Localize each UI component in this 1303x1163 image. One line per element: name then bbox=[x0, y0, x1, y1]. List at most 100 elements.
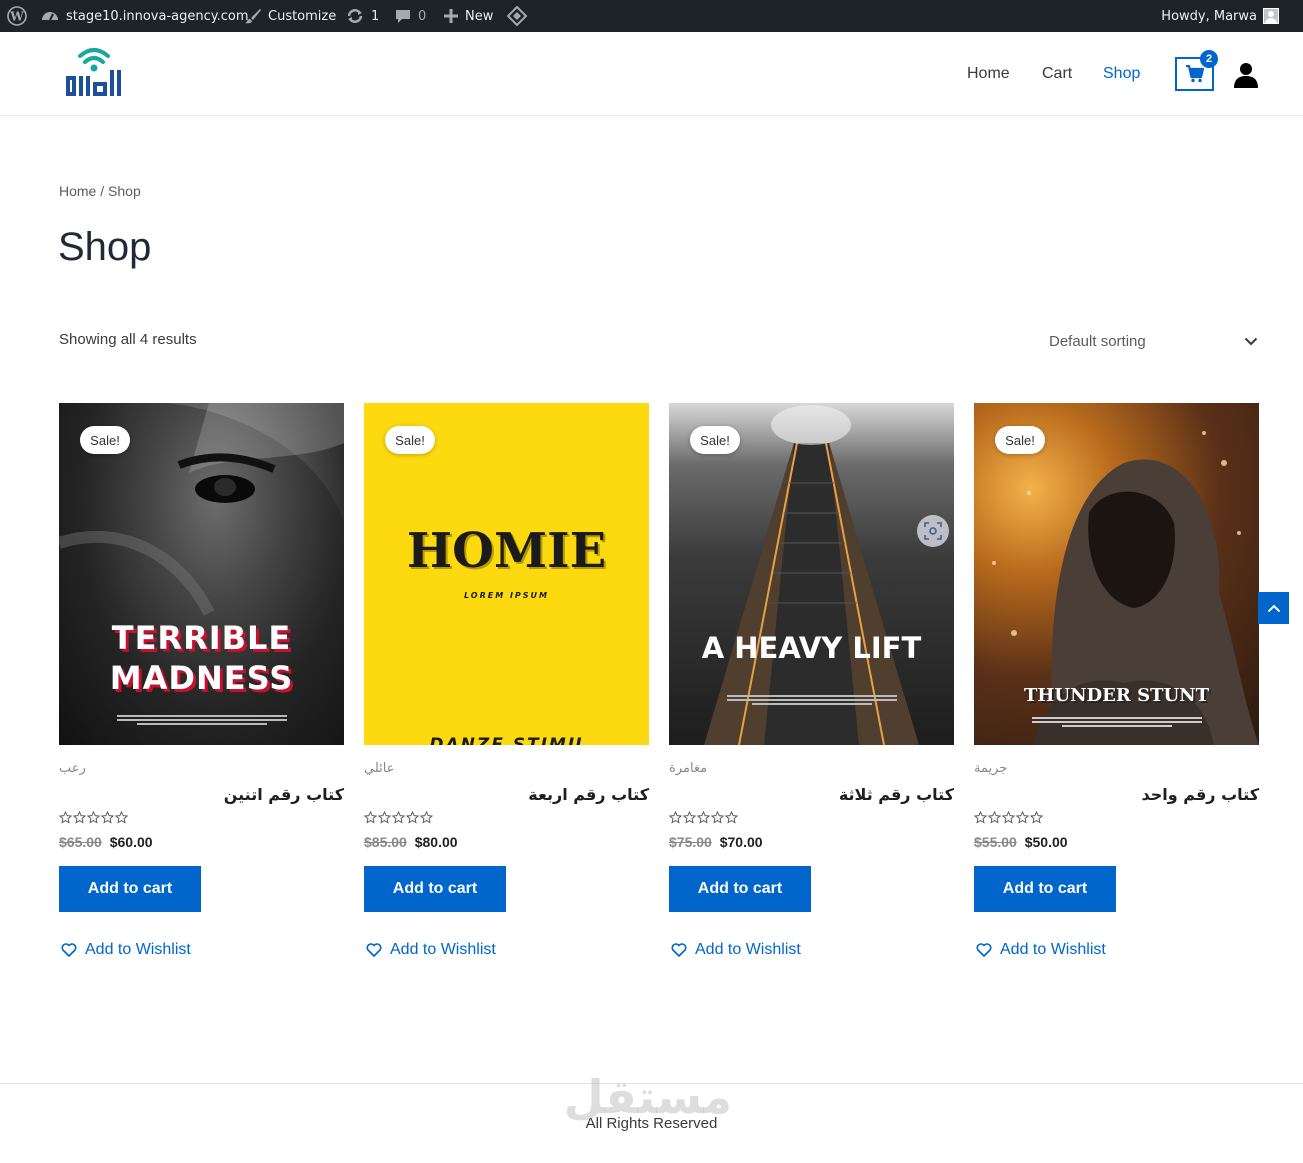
site-name: stage10.innova-agency.com bbox=[66, 8, 249, 24]
updates-icon bbox=[347, 9, 363, 23]
result-count: Showing all 4 results bbox=[59, 331, 197, 348]
nav-home[interactable]: Home bbox=[967, 32, 1010, 116]
sale-price: $80.00 bbox=[414, 834, 458, 850]
star-icon bbox=[974, 811, 987, 824]
star-rating bbox=[59, 811, 344, 825]
product-card: Sale! TERRIBLE MADNESS رعب كتاب رقم اتني… bbox=[59, 403, 344, 959]
product-price: $75.00 $70.00 bbox=[669, 834, 954, 850]
add-to-cart-button[interactable]: Add to cart bbox=[364, 866, 506, 912]
customize-link[interactable]: Customize bbox=[244, 0, 336, 32]
product-title[interactable]: كتاب رقم ثلاثة bbox=[669, 785, 954, 804]
product-category[interactable]: مغامرة bbox=[669, 761, 954, 776]
breadcrumb-home-link[interactable]: Home bbox=[59, 183, 96, 199]
comments-link[interactable]: 0 bbox=[394, 0, 426, 32]
breadcrumb-current: Shop bbox=[108, 183, 141, 199]
cover-blurb-lines bbox=[726, 693, 897, 707]
star-icon bbox=[988, 811, 1001, 824]
old-price: $65.00 bbox=[59, 834, 102, 850]
avatar bbox=[1263, 8, 1279, 24]
product-card: Sale! A HEAVY LIFT مغامرة كتاب رقم ثلاثة… bbox=[669, 403, 954, 959]
cover-title-line1: TERRIBLE bbox=[111, 619, 292, 657]
sale-badge: Sale! bbox=[690, 426, 740, 454]
wishlist-label: Add to Wishlist bbox=[1000, 941, 1106, 958]
howdy-label: Howdy, Marwa bbox=[1161, 8, 1257, 24]
add-to-cart-button[interactable]: Add to cart bbox=[669, 866, 811, 912]
wishlist-label: Add to Wishlist bbox=[390, 941, 496, 958]
old-price: $85.00 bbox=[364, 834, 407, 850]
star-icon bbox=[669, 811, 682, 824]
plus-icon bbox=[444, 9, 458, 23]
product-title[interactable]: كتاب رقم واحد bbox=[974, 785, 1260, 804]
cover-title-line1: THUNDER STUNT bbox=[1023, 685, 1210, 706]
old-price: $75.00 bbox=[669, 834, 712, 850]
sale-badge: Sale! bbox=[385, 426, 435, 454]
cover-title-line1: HOMIE bbox=[406, 523, 607, 579]
cover-title-line2: MADNESS bbox=[109, 659, 294, 697]
dashboard-icon bbox=[42, 12, 58, 21]
product-image[interactable]: Sale! HOMIE LOREM IPSUM DANZE STIMU bbox=[364, 403, 649, 745]
wishlist-label: Add to Wishlist bbox=[85, 941, 191, 958]
my-account-link[interactable]: Howdy, Marwa bbox=[1161, 0, 1279, 32]
sale-badge: Sale! bbox=[80, 426, 130, 454]
cover-subtitle: LOREM IPSUM bbox=[463, 591, 550, 600]
quick-view-button[interactable] bbox=[917, 515, 949, 547]
cover-blurb-lines bbox=[116, 713, 287, 727]
zoom-scan-icon bbox=[924, 522, 942, 540]
star-icon bbox=[711, 811, 724, 824]
header-cart-button[interactable]: 2 bbox=[1175, 50, 1218, 91]
product-image[interactable]: Sale! THUNDER STUNT bbox=[974, 403, 1259, 745]
star-icon bbox=[101, 811, 114, 824]
star-icon bbox=[87, 811, 100, 824]
plugin-diamond-icon[interactable] bbox=[507, 0, 527, 32]
user-account-icon[interactable] bbox=[1234, 62, 1258, 88]
shopping-cart-icon bbox=[1185, 65, 1204, 83]
heart-icon bbox=[366, 943, 382, 957]
add-to-wishlist-link[interactable]: Add to Wishlist bbox=[974, 941, 1259, 959]
nav-shop[interactable]: Shop bbox=[1103, 32, 1140, 116]
product-title[interactable]: كتاب رقم اربعة bbox=[364, 785, 649, 804]
add-to-cart-button[interactable]: Add to cart bbox=[974, 866, 1116, 912]
star-icon bbox=[406, 811, 419, 824]
product-price: $85.00 $80.00 bbox=[364, 834, 649, 850]
cover-author: DANZE STIMU bbox=[429, 735, 584, 745]
product-category[interactable]: رعب bbox=[59, 761, 344, 776]
product-image[interactable]: Sale! TERRIBLE MADNESS bbox=[59, 403, 344, 745]
page-title: Shop bbox=[58, 225, 152, 269]
add-to-wishlist-link[interactable]: Add to Wishlist bbox=[364, 941, 649, 959]
copyright-text: All Rights Reserved bbox=[585, 1115, 718, 1132]
star-icon bbox=[683, 811, 696, 824]
star-icon bbox=[1016, 811, 1029, 824]
product-category[interactable]: عائلي bbox=[364, 761, 649, 776]
sale-price: $50.00 bbox=[1024, 834, 1068, 850]
svg-text:W: W bbox=[9, 10, 24, 24]
star-icon bbox=[1030, 811, 1043, 824]
cart-count-badge: 2 bbox=[1200, 50, 1218, 68]
site-logo[interactable] bbox=[62, 46, 126, 102]
scroll-to-top-button[interactable] bbox=[1258, 592, 1289, 624]
add-to-cart-button[interactable]: Add to cart bbox=[59, 866, 201, 912]
sorting-select[interactable]: Default sorting bbox=[1049, 329, 1258, 353]
heart-icon bbox=[671, 943, 687, 957]
product-image[interactable]: Sale! A HEAVY LIFT bbox=[669, 403, 954, 745]
cover-blurb-lines bbox=[1031, 715, 1202, 729]
add-to-wishlist-link[interactable]: Add to Wishlist bbox=[59, 941, 344, 959]
comments-count: 0 bbox=[418, 8, 427, 24]
star-icon bbox=[59, 811, 72, 824]
star-rating bbox=[669, 811, 954, 825]
product-category[interactable]: جريمة bbox=[974, 761, 1259, 776]
product-card: Sale! THUNDER STUNT جريمة كتاب رقم واحد … bbox=[974, 403, 1259, 959]
wordpress-logo-icon[interactable]: W bbox=[7, 0, 27, 32]
star-icon bbox=[115, 811, 128, 824]
star-icon bbox=[392, 811, 405, 824]
new-content-link[interactable]: New bbox=[443, 0, 493, 32]
heart-icon bbox=[976, 943, 992, 957]
add-to-wishlist-link[interactable]: Add to Wishlist bbox=[669, 941, 954, 959]
site-name-link[interactable]: stage10.innova-agency.com bbox=[40, 0, 249, 32]
updates-count: 1 bbox=[371, 8, 380, 24]
nav-cart[interactable]: Cart bbox=[1042, 32, 1072, 116]
comment-icon bbox=[396, 10, 410, 23]
customize-label: Customize bbox=[268, 8, 337, 24]
updates-link[interactable]: 1 bbox=[345, 0, 379, 32]
cover-title-line1: A HEAVY LIFT bbox=[701, 631, 922, 665]
product-title[interactable]: كتاب رقم اتنين bbox=[59, 785, 344, 804]
